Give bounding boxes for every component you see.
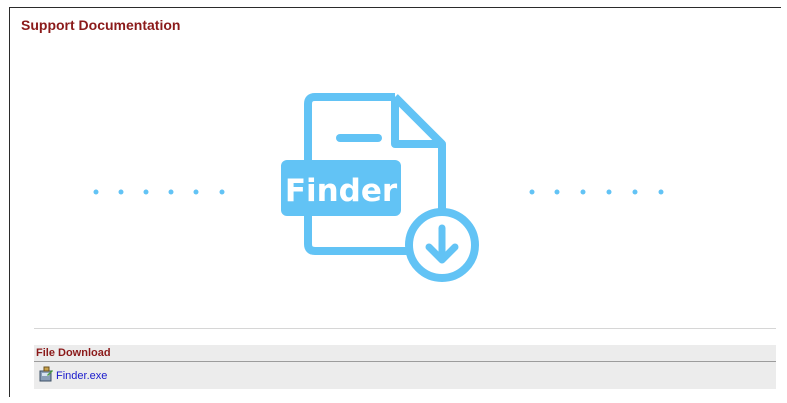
divider — [34, 328, 776, 329]
file-download-section: File Download Finder.exe — [34, 345, 776, 389]
left-dots — [93, 189, 225, 195]
installer-icon — [39, 366, 53, 382]
file-download-icon: Finder — [281, 93, 479, 282]
finder-icon-label: Finder — [285, 173, 398, 209]
hero-illustration: Finder — [93, 93, 664, 282]
file-download-header: File Download — [34, 345, 776, 362]
content-panel: Support Documentation Finder File Downlo… — [9, 7, 781, 397]
file-row: Finder.exe — [34, 362, 776, 389]
finder-exe-link[interactable]: Finder.exe — [56, 370, 107, 382]
right-dots — [529, 189, 664, 195]
